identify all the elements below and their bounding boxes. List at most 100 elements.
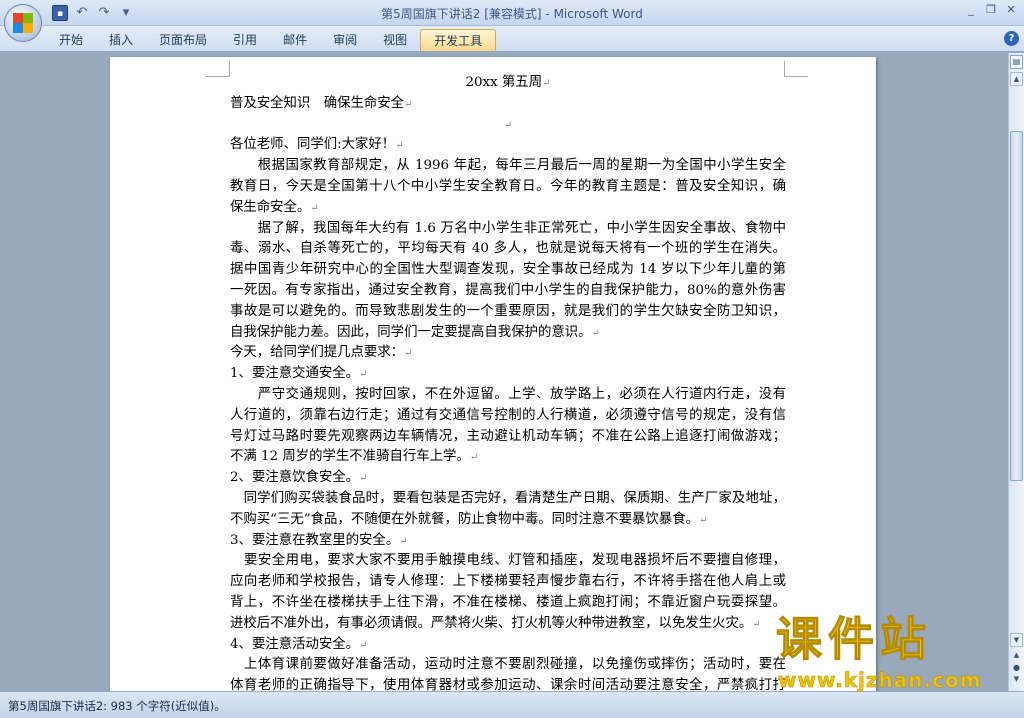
document-line: 进校后不准外出，有事必须请假。严禁将火柴、打火机等火种带进教室，以免发生火灾。↵: [230, 614, 786, 635]
watermark-url: www.kjzhan.com: [778, 668, 982, 693]
document-line: 应向老师和学校报告，请专人修理：上下楼梯要轻声慢步靠右行，不许将手搭在他人肩上或: [230, 572, 786, 593]
document-line: 体育老师的正确指导下，使用体育器材或参加运动、课余时间活动要注意安全，严禁疯打打: [230, 676, 786, 691]
line-text: 人行道的，须靠右边行走；通过有交通信号控制的人行横道，必须遵守信号的规定，没有信: [230, 407, 786, 423]
tab-view[interactable]: 视图: [370, 29, 420, 51]
vertical-scrollbar[interactable]: ▤ ▲ ▼ ▲ ● ▼: [1008, 53, 1024, 691]
document-line: 20xx 第五周↵: [230, 73, 786, 94]
line-text: 体育老师的正确指导下，使用体育器材或参加运动、课余时间活动要注意安全，严禁疯打打: [230, 678, 786, 691]
line-text: 不购买“三无”食品，不随便在外就餐，防止食物中毒。同时注意不要暴饮暴食。: [230, 511, 699, 527]
document-line: 保生命安全。↵: [230, 198, 786, 219]
line-text: 严守交通规则，按时回家，不在外逗留。上学、放学路上，必须在人行道内行走，没有: [230, 386, 786, 402]
paragraph-mark-icon: ↵: [698, 514, 708, 526]
line-text: 3、要注意在教室里的安全。: [230, 532, 400, 548]
document-line: 1、要注意交通安全。↵: [230, 364, 786, 385]
paragraph-mark-icon: ↵: [503, 119, 513, 131]
document-line: 不满 12 周岁的学生不准骑自行车上学。↵: [230, 447, 786, 468]
line-text: 应向老师和学校报告，请专人修理：上下楼梯要轻声慢步靠右行，不许将手搭在他人肩上或: [230, 574, 786, 590]
line-text: 事故是可以避免的。而导致悲剧发生的一个重要原因，就是我们的学生欠缺安全防卫知识，: [230, 303, 786, 319]
document-line: 要安全用电，要求大家不要用手触摸电线、灯管和插座，发现电器损坏后不要擅自修理，: [230, 551, 786, 572]
document-title: 第5周国旗下讲话2 [兼容模式]: [381, 7, 542, 21]
paragraph-mark-icon: ↵: [542, 78, 551, 89]
tab-references[interactable]: 引用: [220, 29, 270, 51]
paragraph-mark-icon: ↵: [404, 348, 413, 360]
scroll-thumb[interactable]: [1010, 131, 1023, 481]
tab-page-layout[interactable]: 页面布局: [146, 29, 220, 51]
document-line: 教育日，今天是全国第十八个中小学生安全教育日。今年的教育主题是：普及安全知识，确: [230, 177, 786, 198]
document-line: 严守交通规则，按时回家，不在外逗留。上学、放学路上，必须在人行道内行走，没有: [230, 385, 786, 406]
window-controls: _ ❐ ✕: [962, 2, 1020, 18]
line-text: 毒、溺水、自杀等死亡的，平均每天有 40 多人，也就是说每天将有一个班的学生在消…: [230, 241, 786, 257]
document-line: 事故是可以避免的。而导致悲剧发生的一个重要原因，就是我们的学生欠缺安全防卫知识，: [230, 302, 786, 323]
paragraph-mark-icon: ↵: [404, 98, 413, 110]
paragraph-mark-icon: ↵: [359, 473, 368, 485]
document-line: 同学们购买袋装食品时，要看包装是否完好，看清楚生产日期、保质期、生产厂家及地址，: [230, 489, 786, 510]
paragraph-mark-icon: ↵: [310, 202, 319, 214]
tab-review[interactable]: 审阅: [320, 29, 370, 51]
document-line: 人行道的，须靠右边行走；通过有交通信号控制的人行横道，必须遵守信号的规定，没有信: [230, 406, 786, 427]
document-line: 一死因。有专家指出，通过安全教育，提高我们中小学生的自我保护能力，80%的意外伤…: [230, 281, 786, 302]
line-text: 同学们购买袋装食品时，要看包装是否完好，看清楚生产日期、保质期、生产厂家及地址，: [230, 490, 786, 506]
line-text: 教育日，今天是全国第十八个中小学生安全教育日。今年的教育主题是：普及安全知识，确: [230, 178, 786, 194]
ribbon: 开始 插入 页面布局 引用 邮件 审阅 视图 开发工具 ?: [0, 26, 1024, 52]
document-area: 20xx 第五周↵ 普及安全知识 确保生命安全↵ ↵ 各位老师、同学们:大家好！↵ 根…: [0, 53, 1008, 691]
title-bar: ▪ ↶ ↷ ▾ 第5周国旗下讲话2 [兼容模式] - Microsoft Wor…: [0, 0, 1024, 26]
document-line: 根据国家教育部规定，从 1996 年起，每年三月最后一周的星期一为全国中小学生安…: [230, 156, 786, 177]
line-text: 4、要注意活动安全。: [230, 636, 360, 652]
document-line: 3、要注意在教室里的安全。↵: [230, 531, 786, 552]
line-text: 今天，给同学们提几点要求：: [230, 345, 405, 361]
document-line: 2、要注意饮食安全。↵: [230, 468, 786, 489]
office-logo-icon: [13, 13, 33, 33]
app-name: Microsoft Word: [553, 7, 643, 21]
document-line: 号灯过马路时要先观察两边车辆情况，主动避让机动车辆；不准在公路上追逐打闹做游戏；: [230, 427, 786, 448]
line-text: 据中国青少年研究中心的全国性大型调查发现，安全事故已经成为 14 岁以下少年儿童…: [230, 262, 786, 278]
watermark-logo: 课件站 www.kjzhan.com: [770, 612, 1020, 693]
document-line: 普及安全知识 确保生命安全↵: [230, 94, 786, 115]
paragraph-mark-icon: ↵: [395, 140, 404, 152]
line-text: 不满 12 周岁的学生不准骑自行车上学。: [230, 449, 470, 465]
restore-button[interactable]: ❐: [982, 2, 1000, 18]
line-text: 进校后不准外出，有事必须请假。严禁将火柴、打火机等火种带进教室，以免发生火灾。: [230, 615, 753, 631]
scroll-up-icon[interactable]: ▲: [1010, 72, 1023, 86]
line-text: 20xx 第五周: [465, 75, 543, 90]
office-button[interactable]: [4, 4, 42, 42]
line-text: 据了解，我国每年大约有 1.6 万名中小学生非正常死亡，中小学生因安全事故、食物…: [230, 220, 786, 236]
window-title: 第5周国旗下讲话2 [兼容模式] - Microsoft Word: [381, 7, 643, 21]
paragraph-mark-icon: ↵: [469, 452, 479, 464]
line-text: 各位老师、同学们:大家好！: [230, 137, 396, 153]
status-word-count[interactable]: 第5周国旗下讲话2: 983 个字符(近似值)。: [8, 698, 226, 714]
line-text: 一死因。有专家指出，通过安全教育，提高我们中小学生的自我保护能力，80%的意外伤…: [230, 282, 786, 298]
tab-developer[interactable]: 开发工具: [420, 29, 497, 51]
paragraph-mark-icon: ↵: [591, 327, 600, 339]
minimize-button[interactable]: _: [962, 2, 980, 18]
document-line: 自我保护能力差。因此，同学们一定要提高自我保护的意识。↵: [230, 323, 786, 344]
document-line: 毒、溺水、自杀等死亡的，平均每天有 40 多人，也就是说每天将有一个班的学生在消…: [230, 239, 786, 260]
document-line: 4、要注意活动安全。↵: [230, 635, 786, 656]
help-icon[interactable]: ?: [1004, 31, 1019, 46]
line-text: 上体育课前要做好准备活动，运动时注意不要剧烈碰撞，以免撞伤或摔伤；活动时，要在: [230, 657, 786, 673]
document-line: 今天，给同学们提几点要求：↵: [230, 343, 786, 364]
line-text: 根据国家教育部规定，从 1996 年起，每年三月最后一周的星期一为全国中小学生安…: [230, 158, 786, 174]
ribbon-tabs: 开始 插入 页面布局 引用 邮件 审阅 视图 开发工具: [46, 28, 497, 52]
margin-corner-right: [784, 61, 808, 77]
tab-mailings[interactable]: 邮件: [270, 29, 320, 51]
paragraph-mark-icon: ↵: [399, 535, 408, 547]
margin-corner-left: [206, 61, 230, 77]
document-line: 据中国青少年研究中心的全国性大型调查发现，安全事故已经成为 14 岁以下少年儿童…: [230, 260, 786, 281]
document-body[interactable]: 20xx 第五周↵ 普及安全知识 确保生命安全↵ ↵ 各位老师、同学们:大家好！↵ 根…: [230, 73, 786, 691]
document-line: 各位老师、同学们:大家好！↵: [230, 135, 786, 156]
document-line: 据了解，我国每年大约有 1.6 万名中小学生非正常死亡，中小学生因安全事故、食物…: [230, 219, 786, 240]
line-text: 背上，不许坐在楼梯扶手上往下滑，不准在楼梯、楼道上疯跑打闹；不靠近窗户玩耍探望。: [230, 594, 786, 610]
line-text: 号灯过马路时要先观察两边车辆情况，主动避让机动车辆；不准在公路上追逐打闹做游戏；: [230, 428, 786, 444]
paragraph-mark-icon: ↵: [752, 618, 761, 630]
tab-insert[interactable]: 插入: [96, 29, 146, 51]
paragraph-mark-icon: ↵: [359, 369, 368, 381]
document-line: 背上，不许坐在楼梯扶手上往下滑，不准在楼梯、楼道上疯跑打闹；不靠近窗户玩耍探望。: [230, 593, 786, 614]
document-page[interactable]: 20xx 第五周↵ 普及安全知识 确保生命安全↵ ↵ 各位老师、同学们:大家好！↵ 根…: [110, 57, 876, 691]
line-text: 1、要注意交通安全。: [230, 366, 360, 382]
tab-home[interactable]: 开始: [46, 29, 96, 51]
line-text: 保生命安全。: [230, 199, 311, 215]
close-button[interactable]: ✕: [1002, 2, 1020, 18]
line-text: 2、要注意饮食安全。: [230, 470, 360, 486]
line-text: 要安全用电，要求大家不要用手触摸电线、灯管和插座，发现电器损坏后不要擅自修理，: [230, 553, 786, 569]
view-ruler-icon[interactable]: ▤: [1010, 55, 1023, 69]
